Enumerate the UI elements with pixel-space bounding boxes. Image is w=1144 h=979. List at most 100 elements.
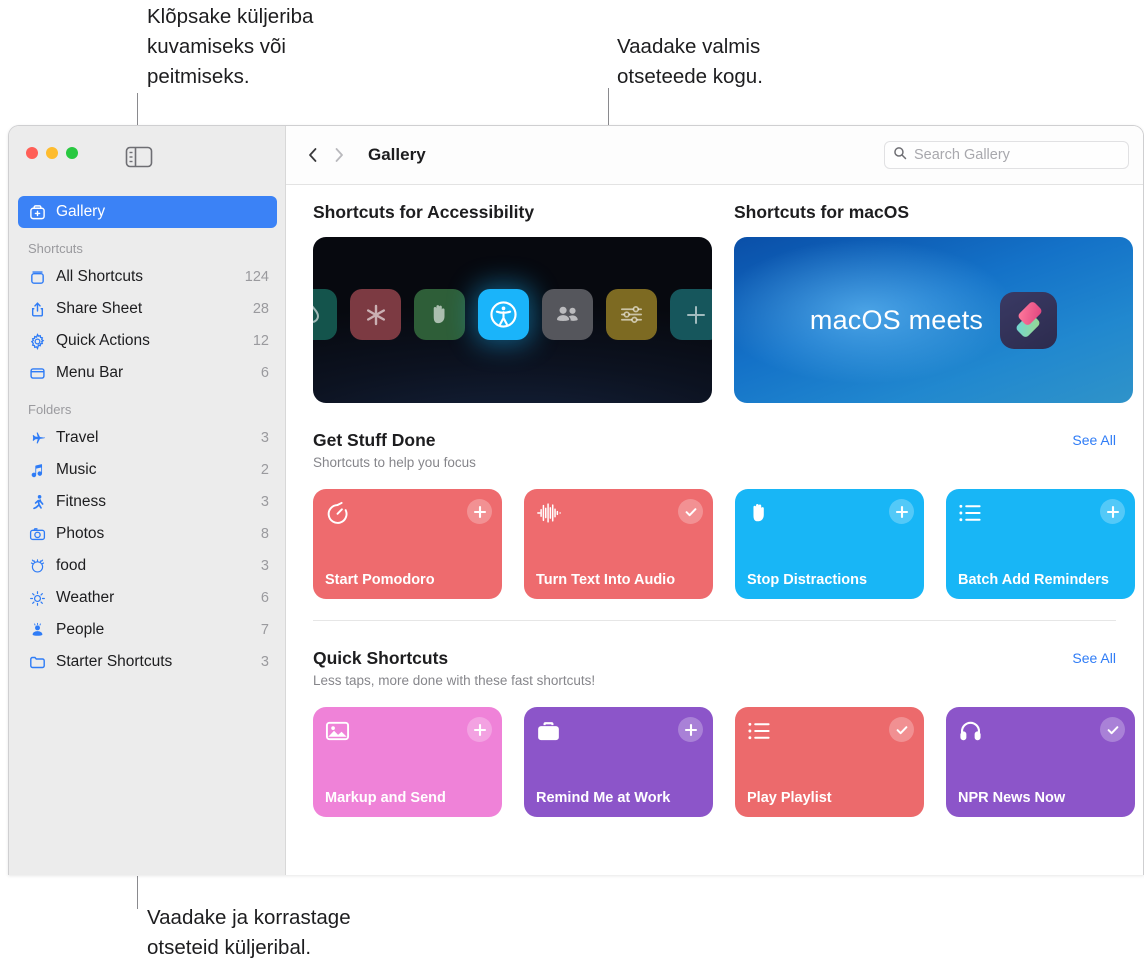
person-icon [28, 621, 47, 640]
sidebar-item-label: Weather [56, 589, 115, 606]
forward-button[interactable] [326, 142, 352, 168]
gear-icon [28, 332, 47, 351]
screenshot-root: Klõpsake küljeriba kuvamiseks või peitmi… [0, 0, 1144, 979]
section-get-stuff-done: Get Stuff Done Shortcuts to help you foc… [313, 403, 1143, 621]
sidebar-item-label: Share Sheet [56, 300, 143, 317]
sidebar-item-weather[interactable]: Weather 6 [18, 582, 277, 614]
airplane-icon [28, 429, 47, 448]
sidebar-item-count: 7 [260, 622, 269, 638]
section-subtitle: Shortcuts to help you focus [313, 455, 476, 470]
zoom-button[interactable] [66, 147, 78, 159]
shortcut-card-stop-distractions[interactable]: Stop Distractions [735, 489, 924, 599]
sidebar-item-label: Music [56, 461, 97, 478]
sparkle-circle-icon [28, 557, 47, 576]
all-shortcuts-icon [28, 268, 47, 287]
sidebar-item-count: 124 [244, 269, 269, 285]
banner-accessibility[interactable]: Shortcuts for Accessibility [313, 202, 712, 403]
asterisk-icon [350, 289, 401, 340]
sidebar-item-count: 3 [260, 654, 269, 670]
sidebar: Gallery Shortcuts All Shortcuts 124 Shar… [9, 126, 286, 875]
section-quick-shortcuts: Quick Shortcuts Less taps, more done wit… [313, 621, 1143, 817]
sidebar-item-count: 28 [252, 301, 269, 317]
section-header: Get Stuff Done Shortcuts to help you foc… [313, 430, 1143, 470]
sidebar-item-share-sheet[interactable]: Share Sheet 28 [18, 293, 277, 325]
added-indicator[interactable] [889, 717, 914, 742]
hand-raised-icon [414, 289, 465, 340]
add-shortcut-button[interactable] [889, 499, 914, 524]
sidebar-item-label: Photos [56, 525, 105, 542]
sidebar-item-label: Gallery [56, 203, 106, 220]
shortcuts-app-window: Gallery Shortcuts All Shortcuts 124 Shar… [8, 125, 1144, 875]
share-icon [28, 300, 47, 319]
running-person-icon [28, 493, 47, 512]
shortcut-card-row: Markup and Send Remind Me at Work Play P… [313, 707, 1143, 817]
shortcut-card-label: Stop Distractions [747, 572, 868, 588]
add-shortcut-button[interactable] [467, 717, 492, 742]
window-controls [26, 147, 78, 159]
shortcut-card-remind-me-at-work[interactable]: Remind Me at Work [524, 707, 713, 817]
see-all-link[interactable]: See All [1072, 430, 1116, 448]
add-shortcut-button[interactable] [1100, 499, 1125, 524]
gallery-scroll-area[interactable]: Shortcuts for Accessibility Shortcuts fo… [286, 185, 1143, 875]
banner-card-macos[interactable]: macOS meets [734, 237, 1133, 403]
search-input[interactable] [914, 147, 1120, 163]
waveform-icon [536, 500, 701, 526]
sidebar-item-fitness[interactable]: Fitness 3 [18, 486, 277, 518]
see-all-link[interactable]: See All [1072, 648, 1116, 666]
shortcut-card-start-pomodoro[interactable]: Start Pomodoro [313, 489, 502, 599]
shortcut-card-npr-news-now[interactable]: NPR News Now [946, 707, 1135, 817]
music-note-icon [28, 461, 47, 480]
shortcut-card-label: NPR News Now [958, 790, 1066, 806]
toolbar: Gallery [286, 126, 1143, 185]
shortcut-card-play-playlist[interactable]: Play Playlist [735, 707, 924, 817]
shortcut-card-label: Turn Text Into Audio [536, 572, 676, 588]
sidebar-item-label: All Shortcuts [56, 268, 144, 285]
sidebar-item-food[interactable]: food 3 [18, 550, 277, 582]
banner-macos[interactable]: Shortcuts for macOS macOS meets [734, 202, 1133, 403]
back-button[interactable] [300, 142, 326, 168]
add-shortcut-button[interactable] [467, 499, 492, 524]
sidebar-item-label: Starter Shortcuts [56, 653, 173, 670]
section-subtitle: Less taps, more done with these fast sho… [313, 673, 596, 688]
shortcut-card-batch-add-reminders[interactable]: Batch Add Reminders [946, 489, 1135, 599]
list-icon [958, 500, 1123, 526]
banner-title: Shortcuts for macOS [734, 202, 910, 222]
briefcase-icon [536, 718, 701, 744]
sidebar-item-all-shortcuts[interactable]: All Shortcuts 124 [18, 261, 277, 293]
gallery-icon [28, 203, 47, 222]
sidebar-item-count: 6 [260, 365, 269, 381]
sidebar-item-count: 8 [260, 526, 269, 542]
accessibility-icon [478, 289, 529, 340]
sidebar-item-music[interactable]: Music 2 [18, 454, 277, 486]
sidebar-item-count: 6 [260, 590, 269, 606]
sidebar-item-quick-actions[interactable]: Quick Actions 12 [18, 325, 277, 357]
sidebar-item-starter-shortcuts[interactable]: Starter Shortcuts 3 [18, 646, 277, 678]
added-indicator[interactable] [678, 499, 703, 524]
shortcut-card-markup-and-send[interactable]: Markup and Send [313, 707, 502, 817]
main-content: Gallery Shortcuts for Accessibil [286, 126, 1143, 875]
sidebar-item-travel[interactable]: Travel 3 [18, 422, 277, 454]
added-indicator[interactable] [1100, 717, 1125, 742]
shortcut-card-turn-text-into-audio[interactable]: Turn Text Into Audio [524, 489, 713, 599]
menubar-icon [28, 364, 47, 383]
photo-icon [325, 718, 490, 744]
banner-card-accessibility[interactable] [313, 237, 712, 403]
search-field[interactable] [884, 141, 1129, 169]
callout-sidebar: Vaadake ja korrastage otseteid küljeriba… [147, 906, 351, 959]
sidebar-item-label: Quick Actions [56, 332, 150, 349]
sidebar-item-menu-bar[interactable]: Menu Bar 6 [18, 357, 277, 389]
add-shortcut-button[interactable] [678, 717, 703, 742]
shortcut-card-row: Start Pomodoro Turn Text Into Audio Stop… [313, 489, 1143, 599]
shortcut-card-label: Markup and Send [325, 790, 446, 806]
sidebar-section-folders-header: Folders [28, 402, 72, 417]
sidebar-item-count: 2 [260, 462, 269, 478]
sidebar-item-gallery[interactable]: Gallery [18, 196, 277, 228]
sidebar-toggle-icon[interactable] [125, 146, 153, 168]
sidebar-section-shortcuts-header: Shortcuts [28, 241, 83, 256]
callout-leader-line-toggle [137, 93, 138, 127]
accessibility-icon-strip [313, 289, 712, 340]
minimize-button[interactable] [46, 147, 58, 159]
sidebar-item-people[interactable]: People 7 [18, 614, 277, 646]
sidebar-item-photos[interactable]: Photos 8 [18, 518, 277, 550]
close-button[interactable] [26, 147, 38, 159]
